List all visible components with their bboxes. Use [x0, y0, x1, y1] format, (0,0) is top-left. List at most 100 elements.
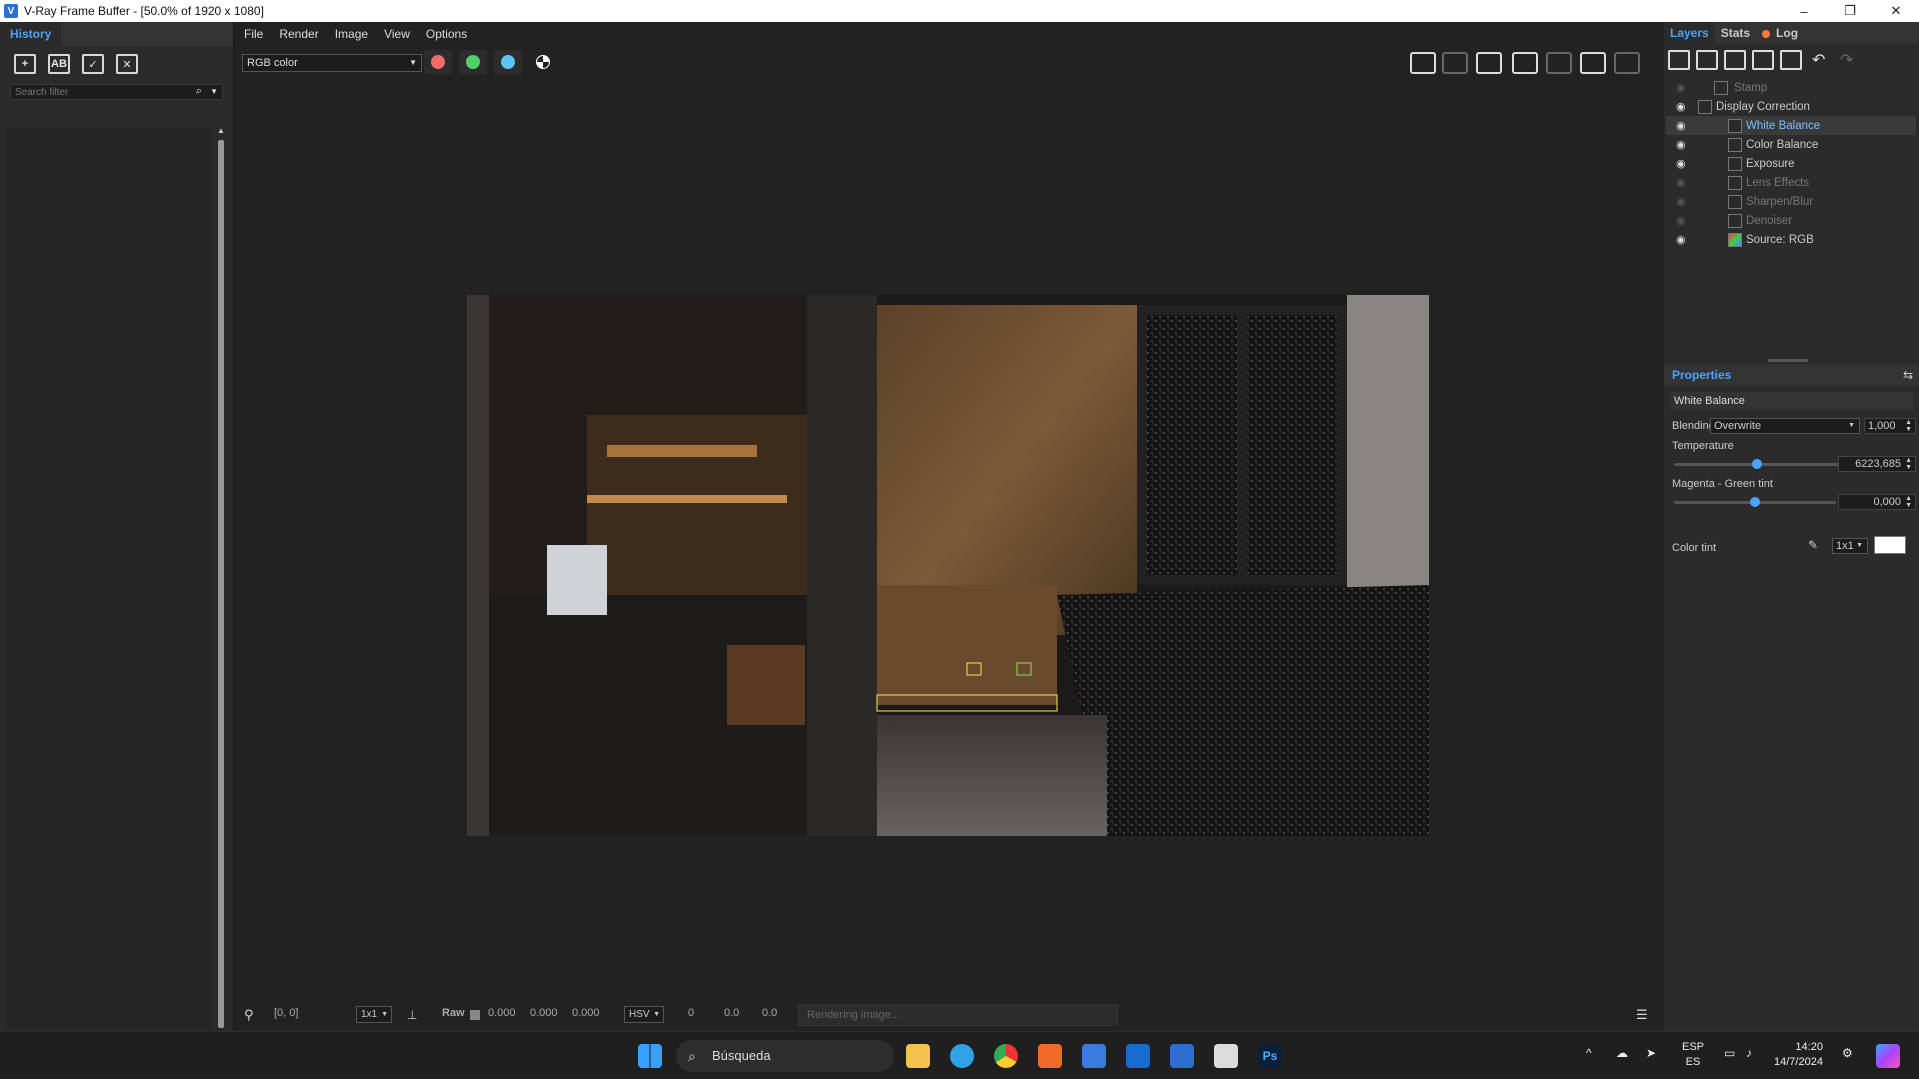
teapot-taskbar-icon[interactable] — [1214, 1044, 1238, 1068]
undo-icon[interactable]: ↶ — [1812, 50, 1834, 70]
store-icon[interactable] — [1082, 1044, 1106, 1068]
sample-size-select[interactable]: 1x1 ▼ — [356, 1006, 392, 1023]
outlook-icon[interactable] — [1126, 1044, 1150, 1068]
vray-taskbar-icon[interactable] — [1170, 1044, 1194, 1068]
menu-render[interactable]: Render — [279, 27, 318, 41]
eye-icon[interactable]: ◉ — [1676, 214, 1686, 227]
eye-icon[interactable]: ◉ — [1676, 138, 1686, 151]
color-mode-select[interactable]: HSV ▼ — [624, 1006, 664, 1023]
copilot-icon[interactable] — [1876, 1044, 1900, 1068]
tint-slider-knob[interactable] — [1750, 497, 1760, 507]
taskbar-search[interactable]: ⌕ Búsqueda — [676, 1040, 894, 1072]
network-icon[interactable]: ▭ — [1724, 1046, 1735, 1061]
maximize-button[interactable]: ❐ — [1827, 0, 1873, 22]
clear-image-icon[interactable] — [1442, 52, 1468, 74]
tint-field[interactable]: 0,000 ▲ ▼ — [1838, 494, 1916, 510]
panel-splitter[interactable] — [1768, 359, 1808, 362]
chevron-down-icon[interactable]: ▼ — [210, 85, 218, 99]
history-list[interactable] — [6, 128, 212, 1038]
redo-icon[interactable]: ↷ — [1840, 50, 1862, 70]
edge-icon[interactable] — [950, 1044, 974, 1068]
temperature-slider-knob[interactable] — [1751, 459, 1762, 469]
mono-channel-icon[interactable] — [536, 55, 550, 69]
blue-channel-icon[interactable] — [501, 55, 515, 69]
search-input[interactable] — [11, 86, 181, 98]
spinner-icon[interactable]: ▲ ▼ — [1905, 457, 1912, 471]
clock[interactable]: 14:20 14/7/2024 — [1774, 1040, 1823, 1070]
save-image-icon[interactable] — [1410, 52, 1436, 74]
tab-layers[interactable]: Layers — [1664, 22, 1715, 44]
menu-image[interactable]: Image — [335, 27, 368, 41]
layer-lens-effects[interactable]: ◉ Lens Effects — [1666, 173, 1916, 192]
undock-icon[interactable]: ⇆ — [1903, 368, 1913, 382]
location-icon[interactable]: ➤ — [1646, 1046, 1656, 1061]
sublime-icon[interactable] — [1038, 1044, 1062, 1068]
tint-slider[interactable] — [1674, 497, 1836, 507]
search-icon[interactable]: ⌕ — [196, 85, 202, 98]
chevron-up-icon[interactable]: ^ — [1586, 1046, 1592, 1061]
layer-denoiser[interactable]: ◉ Denoiser — [1666, 211, 1916, 230]
render-teapot-icon[interactable] — [1614, 52, 1640, 74]
remove-history-icon[interactable]: ✕ — [116, 54, 138, 74]
close-button[interactable]: ✕ — [1873, 0, 1919, 22]
stop-render-icon[interactable] — [1580, 52, 1606, 74]
language-indicator[interactable]: ESP ES — [1682, 1040, 1704, 1070]
menu-file[interactable]: File — [244, 27, 263, 41]
scroll-thumb[interactable] — [218, 140, 224, 1028]
onedrive-icon[interactable]: ☁ — [1616, 1046, 1628, 1061]
scroll-up-icon[interactable]: ▲ — [216, 126, 226, 135]
spinner-icon[interactable]: ▲ ▼ — [1905, 419, 1912, 433]
tab-history[interactable]: History — [0, 22, 62, 46]
save-history-icon[interactable]: + — [14, 54, 36, 74]
layer-color-balance[interactable]: ◉ Color Balance — [1666, 135, 1916, 154]
eye-icon[interactable]: ◉ — [1676, 81, 1686, 94]
eye-icon[interactable]: ◉ — [1676, 100, 1686, 113]
tab-stats[interactable]: Stats — [1715, 22, 1756, 44]
menu-view[interactable]: View — [384, 27, 410, 41]
eyedropper-icon[interactable]: ✎ — [1808, 538, 1818, 552]
chrome-icon[interactable] — [994, 1044, 1018, 1068]
layer-white-balance[interactable]: ◉ White Balance — [1666, 116, 1916, 135]
pin-icon[interactable]: ⚲ — [244, 1007, 254, 1023]
region-render-icon[interactable] — [1512, 52, 1538, 74]
channel-select[interactable]: RGB color ▼ — [242, 54, 422, 72]
windows-start-icon[interactable] — [638, 1044, 662, 1068]
layer-source-rgb[interactable]: ◉ Source: RGB — [1666, 230, 1916, 249]
ipr-render-icon[interactable] — [1546, 52, 1572, 74]
save-layers-icon[interactable] — [1724, 50, 1746, 70]
add-layer-icon[interactable] — [1668, 50, 1690, 70]
eye-icon[interactable]: ◉ — [1676, 119, 1686, 132]
load-layers-icon[interactable] — [1752, 50, 1774, 70]
layer-display-correction[interactable]: ◉ Display Correction — [1666, 97, 1916, 116]
blending-mode-select[interactable]: Overwrite ▼ — [1710, 418, 1860, 434]
blending-amount-field[interactable]: 1,000 ▲ ▼ — [1864, 418, 1916, 434]
photoshop-icon[interactable]: Ps — [1258, 1044, 1282, 1068]
eye-icon[interactable]: ◉ — [1676, 195, 1686, 208]
eye-icon[interactable]: ◉ — [1676, 233, 1686, 246]
menu-options[interactable]: Options — [426, 27, 467, 41]
volume-icon[interactable]: ♪ — [1746, 1046, 1752, 1061]
ab-compare-icon[interactable]: AB — [48, 54, 70, 74]
layer-exposure[interactable]: ◉ Exposure — [1666, 154, 1916, 173]
green-channel-icon[interactable] — [466, 55, 480, 69]
tab-log[interactable]: Log — [1756, 22, 1804, 44]
file-explorer-icon[interactable] — [906, 1044, 930, 1068]
history-scrollbar[interactable]: ▲ ▼ — [216, 126, 226, 1042]
log-toggle-icon[interactable]: ☰ — [1636, 1007, 1648, 1023]
spinner-icon[interactable]: ▲ ▼ — [1905, 495, 1912, 509]
notifications-icon[interactable]: ⚙ — [1842, 1046, 1853, 1061]
layer-stamp[interactable]: ◉ Stamp — [1666, 78, 1916, 97]
eye-icon[interactable]: ◉ — [1676, 176, 1686, 189]
delete-layer-icon[interactable] — [1696, 50, 1718, 70]
color-tint-sample-select[interactable]: 1x1 ▼ — [1832, 538, 1868, 554]
load-history-icon[interactable]: ✓ — [82, 54, 104, 74]
red-channel-icon[interactable] — [431, 55, 445, 69]
render-viewport[interactable] — [236, 86, 1662, 1006]
eyedropper-icon[interactable]: ⟂ — [408, 1007, 417, 1023]
temperature-slider[interactable] — [1674, 459, 1858, 469]
color-tint-swatch[interactable] — [1874, 536, 1906, 554]
eye-icon[interactable]: ◉ — [1676, 157, 1686, 170]
layer-sharpen-blur[interactable]: ◉ Sharpen/Blur — [1666, 192, 1916, 211]
track-mouse-icon[interactable] — [1476, 52, 1502, 74]
layer-presets-icon[interactable] — [1780, 50, 1802, 70]
